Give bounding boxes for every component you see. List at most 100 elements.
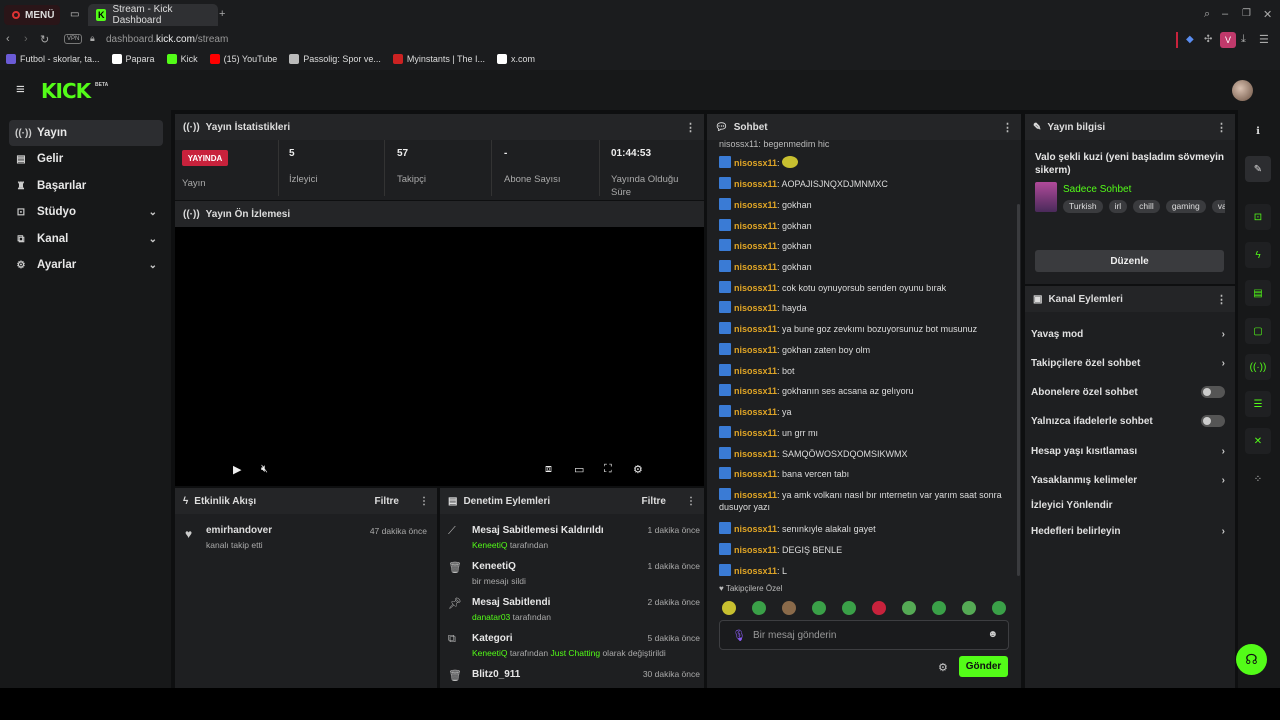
filter-button[interactable]: Filtre [375,496,399,507]
chat-username[interactable]: nisossx11 [734,490,777,500]
chat-username[interactable]: nisossx11 [734,545,777,555]
wrench-icon[interactable]: ✕ [1245,428,1271,454]
emote-icon[interactable] [782,601,796,615]
chat-username[interactable]: nisossx11 [734,303,777,313]
forward-icon[interactable]: › [24,33,28,45]
sidebar-item-studyo[interactable]: ⊡ Stüdyo ⌄ [9,199,163,225]
hamburger-menu-icon[interactable]: ≡ [16,81,25,98]
chat-scrollbar[interactable] [1017,204,1020,576]
bookmark-item[interactable]: Passolig: Spor ve... [289,54,381,64]
chat-input[interactable]: 🎙︎ Bir mesaj gönderin ☻ [719,620,1009,650]
fullscreen-icon[interactable]: ⛶ [604,463,612,476]
profile-avatar[interactable]: V [1220,32,1236,48]
account-age-row[interactable]: Hesap yaşı kısıtlaması › [1031,446,1225,457]
stream-tag[interactable]: gaming [1165,200,1206,213]
stream-tag[interactable]: val [1211,200,1225,213]
activity-user[interactable]: emirhandover [206,525,272,536]
emote-icon[interactable] [902,601,916,615]
back-icon[interactable]: ‹ [6,33,10,45]
chat-username[interactable]: nisossx11 [734,179,777,189]
sidebar-item-kanal[interactable]: ⧉ Kanal ⌄ [9,226,163,252]
theater-mode-icon[interactable]: ▭ [574,463,584,476]
close-icon[interactable]: ✕ [1263,8,1272,21]
filter-button[interactable]: Filtre [642,496,666,507]
sidebar-item-yayin[interactable]: ((·)) Yayın [9,120,163,146]
browser-menu-button[interactable]: MENÜ [4,5,60,25]
slow-mode-row[interactable]: Yavaş mod › [1031,329,1225,340]
restore-icon[interactable]: ❐ [1242,8,1251,19]
chat-username[interactable]: nisossx11 [734,566,777,576]
new-tab-icon[interactable]: + [219,8,225,20]
emoji-icon[interactable]: ☻ [987,629,998,640]
settings-icon[interactable]: ⚙ [633,463,643,476]
chat-username[interactable]: nisossx11 [734,283,777,293]
emote-icon[interactable] [962,601,976,615]
apps-icon[interactable]: ⁘ [1245,466,1271,492]
send-button[interactable]: Gönder [959,656,1008,677]
raid-row[interactable]: İzleyici Yönlendir [1031,500,1225,511]
sidebar-item-gelir[interactable]: ▤ Gelir [9,146,163,172]
chat-username[interactable]: nisossx11 [734,524,777,534]
stream-tag[interactable]: irl [1108,200,1128,213]
picture-in-picture-icon[interactable]: ⧈ [545,463,552,476]
emote-icon[interactable] [872,601,886,615]
chat-username[interactable]: nisossx11 [734,345,777,355]
kebab-menu-icon[interactable]: ⋮ [1216,293,1227,306]
chat-username[interactable]: nisossx11 [734,449,777,459]
bookmark-item[interactable]: Kick [166,54,198,64]
sidebar-item-basarilar[interactable]: ♜ Başarılar [9,173,163,199]
minimize-icon[interactable]: – [1222,8,1228,20]
download-icon[interactable]: ⤓ [1241,33,1246,46]
category-thumbnail[interactable] [1035,182,1057,212]
broadcast-icon[interactable]: ((·)) [1245,354,1271,380]
extension-icon[interactable]: ◆ [1186,34,1194,45]
url-field[interactable]: dashboard.kick.com/stream [106,34,228,45]
layout-icon[interactable]: ☰ [1245,391,1271,417]
kick-logo[interactable]: KICK [41,79,91,103]
chat-username[interactable]: nisossx11 [734,221,777,231]
kebab-menu-icon[interactable]: ⋮ [1216,121,1227,134]
emotes-only-toggle[interactable] [1201,415,1225,427]
edit-button[interactable]: Düzenle [1035,250,1224,272]
chat-username[interactable]: nisossx11 [734,469,777,479]
lightning-icon[interactable]: ϟ [1245,242,1271,268]
bookmark-item[interactable]: Myinstants | The I... [392,54,485,64]
stream-tag[interactable]: Turkish [1063,200,1103,213]
actor-name[interactable]: KeneetiQ [472,540,507,550]
kebab-menu-icon[interactable]: ⋮ [419,496,429,507]
chat-username[interactable]: nisossx11 [734,428,777,438]
kebab-menu-icon[interactable]: ⋮ [685,121,696,134]
goals-row[interactable]: Hedefleri belirleyin › [1031,526,1225,537]
emote-icon[interactable] [812,601,826,615]
microphone-icon[interactable]: 🎙︎ [732,629,746,642]
vpn-badge[interactable]: VPN [64,34,83,44]
play-icon[interactable]: ▶ [233,463,241,476]
support-icon[interactable]: ☊ [1236,644,1267,675]
chat-username[interactable]: nisossx11 [734,324,777,334]
mute-icon[interactable]: 🔇︎ [261,463,268,476]
emote-icon[interactable] [752,601,766,615]
kebab-menu-icon[interactable]: ⋮ [1002,121,1013,134]
chat-username[interactable]: nisossx11 [734,386,777,396]
chat-username[interactable]: nisossx11 [734,262,777,272]
chat-username[interactable]: nisossx11 [734,200,777,210]
actor-name[interactable]: KeneetiQ [472,648,507,658]
chat-settings-icon[interactable]: ⚙ [938,661,948,674]
actor-name[interactable]: danatar03 [472,612,510,622]
reload-icon[interactable]: ↻ [40,33,49,46]
emote-icon[interactable] [992,601,1006,615]
bookmark-item[interactable]: (15) YouTube [209,54,277,64]
info-icon[interactable]: ℹ [1245,118,1271,144]
puzzle-icon[interactable]: ✣ [1204,34,1212,45]
edit-icon[interactable]: ✎ [1245,156,1271,182]
search-icon[interactable]: ⌕ [1204,8,1210,21]
emote-icon[interactable] [932,601,946,615]
sidebar-item-ayarlar[interactable]: ⚙ Ayarlar ⌄ [9,252,163,278]
easy-setup-icon[interactable]: ☰ [1259,33,1269,46]
user-avatar[interactable] [1232,80,1253,101]
chat-username[interactable]: nisossx11 [734,241,777,251]
studio-icon[interactable]: ⊡ [1245,204,1271,230]
bookmark-item[interactable]: Papara [111,54,155,64]
chat-username[interactable]: nisossx11 [734,366,777,376]
stream-tag[interactable]: chill [1133,200,1160,213]
